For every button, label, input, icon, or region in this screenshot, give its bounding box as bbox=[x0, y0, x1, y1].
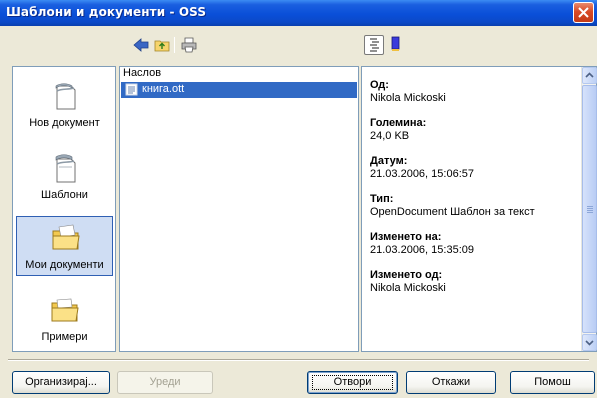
property-type: Тип: OpenDocument Шаблон за текст bbox=[370, 193, 575, 218]
sidebar-item-templates[interactable]: Шаблони bbox=[16, 147, 113, 207]
chevron-down-icon bbox=[585, 340, 594, 346]
file-row[interactable]: книга.ott bbox=[121, 82, 357, 98]
property-value: 21.03.2006, 15:06:57 bbox=[370, 168, 474, 180]
sidebar-item-label: Шаблони bbox=[41, 189, 88, 201]
my-documents-folder-icon bbox=[51, 223, 81, 253]
document-properties-button[interactable] bbox=[364, 35, 384, 55]
close-icon bbox=[578, 7, 589, 18]
sidebar-item-label: Мои документи bbox=[25, 259, 104, 271]
new-document-icon bbox=[50, 81, 80, 111]
organize-button[interactable]: Организирај... bbox=[12, 371, 110, 394]
sidebar-item-my-documents[interactable]: Мои документи bbox=[16, 216, 113, 276]
property-label: Тип: bbox=[370, 193, 394, 205]
property-value: Nikola Mickoski bbox=[370, 92, 446, 104]
open-button[interactable]: Отвори bbox=[307, 371, 398, 394]
dialog-body: Нов документ Шаблони Мои документи Приме… bbox=[0, 26, 597, 398]
property-date: Датум: 21.03.2006, 15:06:57 bbox=[370, 155, 575, 180]
property-label: Големина: bbox=[370, 117, 427, 129]
property-value: 24,0 KB bbox=[370, 130, 410, 142]
property-author: Од: Nikola Mickoski bbox=[370, 79, 575, 104]
properties-list: Од: Nikola Mickoski Големина: 24,0 KB Да… bbox=[370, 79, 575, 307]
window-title: Шаблони и документи - OSS bbox=[6, 5, 207, 19]
column-header-title[interactable]: Наслов bbox=[120, 67, 358, 81]
sidebar-item-label: Примери bbox=[41, 331, 88, 343]
document-preview-button[interactable] bbox=[387, 35, 407, 55]
vertical-scrollbar[interactable] bbox=[581, 67, 597, 351]
examples-folder-icon bbox=[50, 295, 80, 325]
scroll-up-button[interactable] bbox=[582, 67, 597, 84]
scroll-thumb[interactable] bbox=[582, 85, 597, 333]
column-header-label: Наслов bbox=[123, 67, 162, 79]
folder-up-icon[interactable] bbox=[154, 37, 170, 53]
property-label: Датум: bbox=[370, 155, 408, 167]
writer-template-icon bbox=[125, 83, 138, 99]
document-properties-icon bbox=[370, 38, 379, 52]
file-list-panel: Наслов книга.ott bbox=[119, 66, 359, 352]
close-button[interactable] bbox=[573, 2, 594, 23]
cancel-button[interactable]: Откажи bbox=[406, 371, 496, 394]
property-value: OpenDocument Шаблон за текст bbox=[370, 206, 535, 218]
printer-icon[interactable] bbox=[181, 37, 197, 53]
property-modified-on: Изменето на: 21.03.2006, 15:35:09 bbox=[370, 231, 575, 256]
sidebar-item-examples[interactable]: Примери bbox=[16, 289, 113, 349]
sidebar-item-new-document[interactable]: Нов документ bbox=[16, 75, 113, 135]
document-preview-icon bbox=[391, 36, 400, 51]
property-label: Од: bbox=[370, 79, 389, 91]
separator-line bbox=[8, 359, 589, 361]
template-categories-panel: Нов документ Шаблони Мои документи Приме… bbox=[12, 66, 116, 352]
property-value: 21.03.2006, 15:35:09 bbox=[370, 244, 474, 256]
sidebar-item-label: Нов документ bbox=[29, 117, 100, 129]
file-name: книга.ott bbox=[142, 83, 185, 95]
property-modified-by: Изменето од: Nikola Mickoski bbox=[370, 269, 575, 294]
chevron-up-icon bbox=[585, 72, 594, 78]
title-bar: Шаблони и документи - OSS bbox=[0, 0, 597, 26]
scroll-down-button[interactable] bbox=[582, 334, 597, 351]
help-button[interactable]: Помош bbox=[510, 371, 595, 394]
templates-icon bbox=[50, 153, 80, 183]
document-properties-panel: Од: Nikola Mickoski Големина: 24,0 KB Да… bbox=[361, 66, 597, 352]
property-label: Изменето од: bbox=[370, 269, 443, 281]
property-label: Изменето на: bbox=[370, 231, 442, 243]
edit-button[interactable]: Уреди bbox=[117, 371, 213, 394]
back-arrow-icon[interactable] bbox=[133, 37, 149, 53]
property-value: Nikola Mickoski bbox=[370, 282, 446, 294]
property-size: Големина: 24,0 KB bbox=[370, 117, 575, 142]
